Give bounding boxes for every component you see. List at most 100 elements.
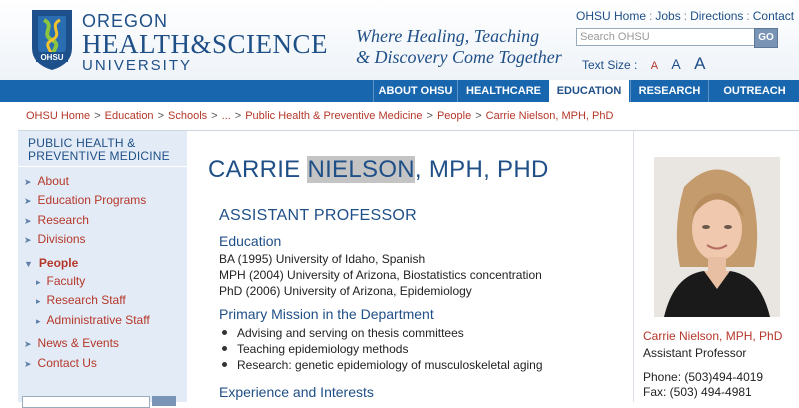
education-item: PhD (2006) University of Arizona, Epidem… bbox=[219, 284, 472, 298]
education-item: MPH (2004) University of Arizona, Biosta… bbox=[219, 268, 542, 282]
text-size-small-button[interactable]: A bbox=[651, 60, 658, 72]
sidebar-item-label: People bbox=[38, 256, 79, 270]
mission-item-text: Advising and serving on thesis committee… bbox=[237, 326, 464, 340]
contact-card-fax: Fax: (503) 494-4981 bbox=[643, 385, 752, 399]
sidebar-item-label: About bbox=[37, 174, 69, 188]
sidebar-title-line2: PREVENTIVE MEDICINE bbox=[28, 149, 170, 163]
arrow-right-icon: ➤ bbox=[24, 177, 32, 187]
sidebar-item-news-events[interactable]: ➤ News & Events bbox=[24, 336, 119, 350]
sidebar-item-about[interactable]: ➤ About bbox=[24, 174, 69, 188]
mission-heading: Primary Mission in the Department bbox=[219, 306, 434, 322]
education-heading: Education bbox=[219, 233, 282, 249]
bullet-icon bbox=[222, 346, 227, 351]
breadcrumb: OHSU Home > Education > Schools >... > Public H… bbox=[26, 110, 613, 122]
logo-line-health-science: HEALTH&SCIENCE bbox=[82, 29, 329, 59]
text-size-label: Text Size : bbox=[582, 58, 638, 72]
breadcrumb-separator: > bbox=[475, 110, 482, 122]
top-link-contact[interactable]: Contact bbox=[753, 9, 794, 23]
sidebar-item-label: News & Events bbox=[37, 336, 119, 350]
mission-item: Research: genetic epidemiology of muscul… bbox=[222, 358, 543, 372]
sidebar-item-contact-us[interactable]: ➤ Contact Us bbox=[24, 356, 97, 370]
profile-last-name-highlighted: NIELSON bbox=[307, 156, 415, 183]
arrow-right-icon: ➤ bbox=[24, 196, 32, 206]
arrow-right-icon: ➤ bbox=[24, 216, 32, 226]
arrow-down-icon: ▼ bbox=[24, 259, 33, 269]
sidebar-item-label: Administrative Staff bbox=[46, 313, 150, 327]
sidebar-item-label: Research bbox=[37, 213, 89, 227]
mission-item: Teaching epidemiology methods bbox=[222, 342, 408, 356]
breadcrumb-home[interactable]: OHSU Home bbox=[26, 110, 90, 122]
ohsu-logo-icon[interactable]: OHSU bbox=[30, 8, 74, 72]
top-link-directions[interactable]: Directions bbox=[690, 9, 743, 23]
sidebar-item-divisions[interactable]: ➤ Divisions bbox=[24, 232, 86, 246]
logo-line-university: UNIVERSITY bbox=[82, 57, 193, 74]
sidebar-title[interactable]: PUBLIC HEALTH & PREVENTIVE MEDICINE bbox=[28, 137, 178, 163]
mission-item-text: Research: genetic epidemiology of muscul… bbox=[237, 358, 543, 372]
nav-tab-about[interactable]: ABOUT OHSU bbox=[373, 80, 457, 102]
profile-first-name: CARRIE bbox=[208, 156, 301, 183]
mission-item: Advising and serving on thesis committee… bbox=[222, 326, 464, 340]
profile-title: ASSISTANT PROFESSOR bbox=[219, 207, 418, 224]
sidebar-item-people[interactable]: ▼ People bbox=[24, 256, 78, 270]
caret-right-icon: ▸ bbox=[36, 296, 41, 306]
tagline-line1: Where Healing, Teaching bbox=[356, 26, 540, 46]
logo-line-oregon: OREGON bbox=[82, 11, 169, 31]
arrow-right-icon: ➤ bbox=[24, 359, 32, 369]
interests-heading: Experience and Interests bbox=[219, 384, 374, 400]
sidebar-item-label: Contact Us bbox=[37, 356, 97, 370]
site-logo[interactable]: OREGON HEALTH&SCIENCE UNIVERSITY bbox=[82, 12, 328, 73]
sidebar-subitem-research-staff[interactable]: ▸ Research Staff bbox=[36, 293, 126, 307]
breadcrumb-public-health[interactable]: Public Health & Preventive Medicine bbox=[245, 110, 422, 122]
text-size-medium-button[interactable]: A bbox=[671, 56, 680, 72]
arrow-right-icon: ➤ bbox=[24, 235, 32, 245]
text-size-large-button[interactable]: A bbox=[694, 54, 705, 74]
contact-card-name[interactable]: Carrie Nielson, MPH, PhD bbox=[643, 329, 782, 343]
right-column-divider bbox=[633, 131, 634, 402]
caret-right-icon: ▸ bbox=[36, 277, 41, 287]
nav-tab-healthcare[interactable]: HEALTHCARE bbox=[457, 80, 549, 102]
sidebar-item-label: Research Staff bbox=[46, 293, 126, 307]
sidebar-search-input[interactable] bbox=[22, 396, 150, 408]
sidebar-item-research[interactable]: ➤ Research bbox=[24, 213, 89, 227]
breadcrumb-ellipsis[interactable]: ... bbox=[222, 110, 231, 122]
arrow-right-icon: ➤ bbox=[24, 339, 32, 349]
breadcrumb-separator: > bbox=[94, 110, 101, 122]
text-size-control: Text Size : A A A bbox=[582, 54, 705, 74]
bullet-icon bbox=[222, 330, 227, 335]
caret-right-icon: ▸ bbox=[36, 316, 41, 326]
sidebar-subitem-faculty[interactable]: ▸ Faculty bbox=[36, 274, 85, 288]
breadcrumb-separator: > bbox=[234, 110, 242, 122]
nav-tab-education[interactable]: EDUCATION bbox=[549, 80, 629, 102]
profile-name-suffix: , MPH, PHD bbox=[414, 156, 549, 183]
nav-tab-outreach[interactable]: OUTREACH bbox=[708, 80, 799, 102]
sidebar-item-education-programs[interactable]: ➤ Education Programs bbox=[24, 193, 146, 207]
breadcrumb-current[interactable]: Carrie Nielson, MPH, PhD bbox=[486, 110, 614, 122]
top-links: OHSU Home: Jobs: Directions: Contact bbox=[576, 9, 795, 23]
profile-photo bbox=[654, 157, 780, 317]
sidebar-search-button[interactable] bbox=[152, 396, 176, 406]
search-input[interactable]: Search OHSU bbox=[576, 28, 758, 46]
breadcrumb-people[interactable]: People bbox=[437, 110, 471, 122]
mission-item-text: Teaching epidemiology methods bbox=[237, 342, 409, 356]
sidebar-item-label: Education Programs bbox=[37, 193, 147, 207]
breadcrumb-separator: > bbox=[157, 110, 164, 122]
contact-card-phone: Phone: (503)494-4019 bbox=[643, 370, 764, 384]
top-link-jobs[interactable]: Jobs bbox=[655, 9, 680, 23]
nav-tab-research[interactable]: RESEARCH bbox=[630, 80, 708, 102]
education-item: BA (1995) University of Idaho, Spanish bbox=[219, 252, 426, 266]
tagline-line2: & Discovery Come Together bbox=[356, 47, 562, 67]
breadcrumb-separator: > bbox=[211, 110, 218, 122]
profile-name-heading: CARRIE NIELSON, MPH, PHD bbox=[208, 156, 549, 184]
sidebar-divider bbox=[18, 166, 187, 167]
breadcrumb-education[interactable]: Education bbox=[105, 110, 154, 122]
top-link-home[interactable]: OHSU Home bbox=[576, 9, 646, 23]
site-tagline: Where Healing, Teaching & Discovery Come… bbox=[356, 26, 562, 68]
sidebar-subitem-admin-staff[interactable]: ▸ Administrative Staff bbox=[36, 313, 150, 327]
search-go-button[interactable]: GO bbox=[754, 28, 778, 48]
sidebar-item-label: Divisions bbox=[37, 232, 86, 246]
contact-card-role: Assistant Professor bbox=[643, 346, 747, 360]
breadcrumb-schools[interactable]: Schools bbox=[168, 110, 207, 122]
breadcrumb-separator: > bbox=[426, 110, 433, 122]
logo-badge-text: OHSU bbox=[40, 53, 63, 62]
bullet-icon bbox=[222, 362, 227, 367]
